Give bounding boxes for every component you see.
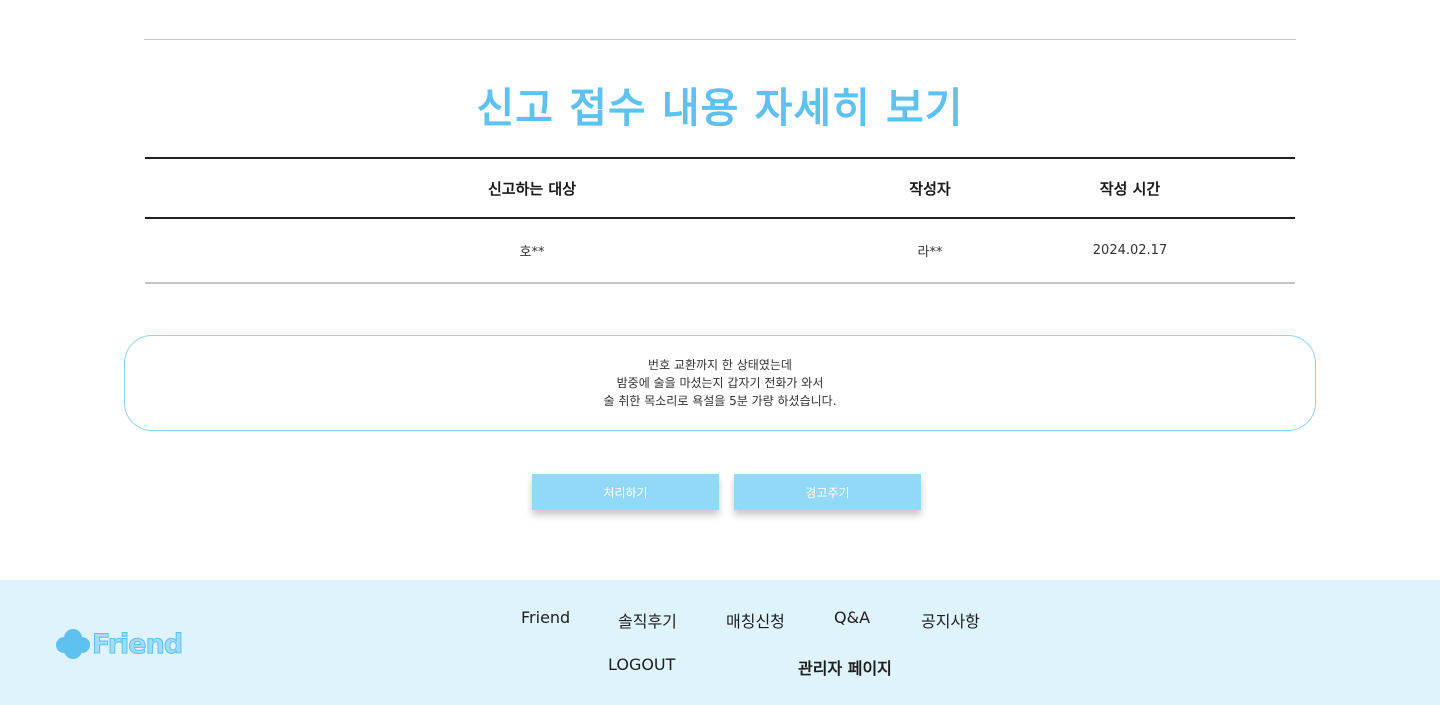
cell-target: 호** bbox=[519, 245, 545, 260]
nav-matching[interactable]: 매칭신청 bbox=[726, 608, 785, 632]
top-divider bbox=[144, 39, 1296, 40]
cloud-icon bbox=[54, 625, 92, 663]
content-line: 밤중에 술을 마셨는지 갑자기 전화가 와서 bbox=[616, 376, 824, 390]
nav-admin-page[interactable]: 관리자 페이지 bbox=[798, 655, 892, 679]
header-time: 작성 시간 bbox=[1099, 179, 1161, 198]
header-author: 작성자 bbox=[909, 179, 951, 198]
cell-author: 라** bbox=[917, 245, 943, 260]
content-line: 술 취한 목소리로 욕설을 5분 가량 하셨습니다. bbox=[603, 394, 837, 408]
nav-logout[interactable]: LOGOUT bbox=[608, 655, 675, 674]
content-line: 번호 교환까지 한 상태였는데 bbox=[648, 358, 792, 372]
logo-text: Friend bbox=[91, 628, 183, 660]
nav-notice[interactable]: 공지사항 bbox=[921, 608, 980, 632]
table-row: 호** 라** 2024.02.17 bbox=[145, 219, 1295, 284]
footer: Friend Friend 솔직후기 매칭신청 Q&A 공지사항 LOGOUT … bbox=[0, 580, 1440, 705]
process-button[interactable]: 처리하기 bbox=[532, 474, 719, 510]
nav-reviews[interactable]: 솔직후기 bbox=[618, 608, 677, 632]
warn-button[interactable]: 경고주기 bbox=[734, 474, 921, 510]
page-title: 신고 접수 내용 자세히 보기 bbox=[476, 84, 964, 132]
header-target: 신고하는 대상 bbox=[487, 179, 577, 198]
table-header: 신고하는 대상 작성자 작성 시간 bbox=[145, 157, 1295, 219]
cell-time: 2024.02.17 bbox=[1092, 243, 1168, 258]
report-table: 신고하는 대상 작성자 작성 시간 호** 라** 2024.02.17 bbox=[145, 157, 1295, 284]
report-content-box: 번호 교환까지 한 상태였는데 밤중에 술을 마셨는지 갑자기 전화가 와서 술… bbox=[124, 335, 1316, 431]
nav-qna[interactable]: Q&A bbox=[834, 608, 870, 627]
friend-logo[interactable]: Friend bbox=[54, 624, 184, 664]
nav-friend[interactable]: Friend bbox=[521, 608, 570, 627]
